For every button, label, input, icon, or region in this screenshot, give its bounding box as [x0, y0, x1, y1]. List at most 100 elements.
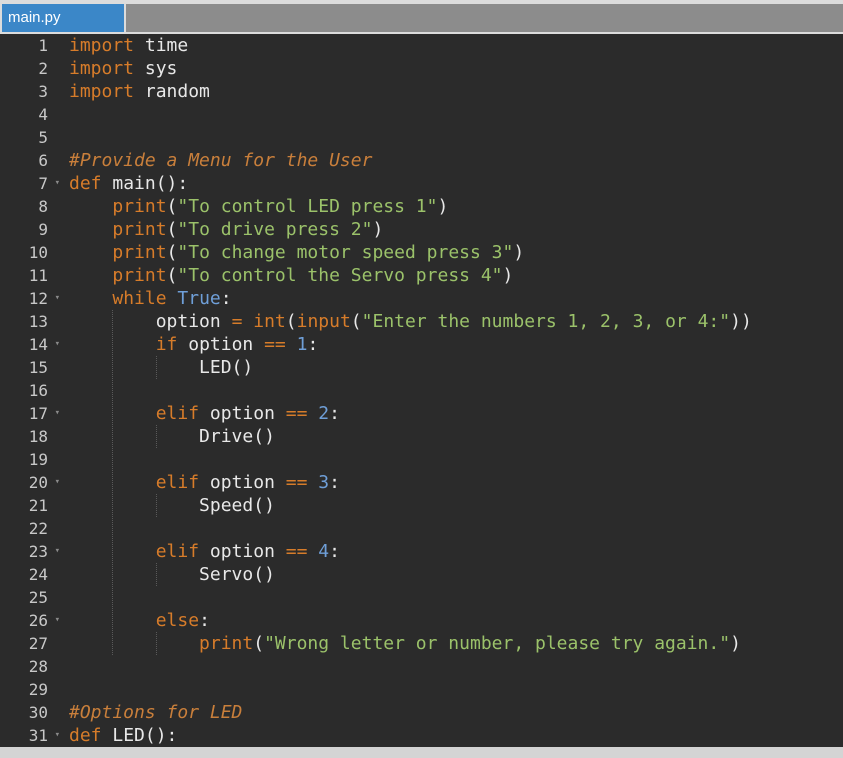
code-line[interactable]: import time — [69, 34, 188, 57]
code-token: 1 — [296, 334, 308, 355]
fold-toggle-icon[interactable]: ▾ — [55, 609, 60, 632]
indent-guide — [155, 494, 157, 517]
line-number: 7 — [38, 174, 48, 193]
code-line[interactable]: elif option == 2: — [69, 402, 340, 425]
code-token: "To control the Servo press 4" — [177, 265, 503, 286]
code-token: ) — [730, 633, 741, 654]
code-line[interactable]: print("To change motor speed press 3") — [69, 241, 524, 264]
code-token: sys — [134, 58, 178, 79]
code-token: ( — [253, 633, 265, 654]
code-line[interactable]: Speed() — [69, 494, 275, 517]
code-line[interactable]: def LED(): — [69, 724, 177, 747]
code-token: LED() — [69, 357, 254, 378]
code-token: "To control LED press 1" — [177, 196, 438, 217]
fold-toggle-icon[interactable]: ▾ — [55, 287, 60, 310]
code-line[interactable]: if option == 1: — [69, 333, 319, 356]
fold-toggle-icon[interactable]: ▾ — [55, 540, 60, 563]
line-number: 21 — [28, 496, 48, 515]
code-token: == — [264, 334, 286, 355]
line-number: 6 — [38, 151, 48, 170]
line-number: 31 — [28, 726, 48, 745]
code-line[interactable]: import random — [69, 80, 210, 103]
code-line[interactable]: elif option == 3: — [69, 471, 340, 494]
code-token: : — [307, 334, 319, 355]
code-token: Servo() — [69, 564, 275, 585]
line-number: 4 — [38, 105, 48, 124]
code-token: : — [329, 403, 340, 424]
code-line[interactable]: Servo() — [69, 563, 275, 586]
code-area[interactable]: import time import sys import random #Provi… — [69, 34, 843, 747]
code-token: ( — [166, 219, 178, 240]
code-token: ( — [285, 311, 297, 332]
line-number: 11 — [28, 266, 48, 285]
code-token: ( — [350, 311, 362, 332]
line-number: 22 — [28, 519, 48, 538]
code-line[interactable]: elif option == 4: — [69, 540, 340, 563]
code-line[interactable]: print("Wrong letter or number, please tr… — [69, 632, 741, 655]
fold-toggle-icon[interactable]: ▾ — [55, 402, 60, 425]
line-number-gutter: 1 2 3 4 5 6 7 ▾ 8 9 10 11 12 ▾ 13 14 ▾ 15 16 17 ▾ 18 19 20 ▾ 21 22… — [0, 34, 62, 747]
code-token: ) — [437, 196, 449, 217]
code-line[interactable]: #Provide a Menu for the User — [69, 149, 372, 172]
horizontal-scrollbar[interactable] — [0, 747, 843, 758]
code-token: option — [199, 403, 286, 424]
code-token: option — [199, 472, 286, 493]
code-token: import — [69, 81, 135, 102]
editor-pane[interactable]: 1 2 3 4 5 6 7 ▾ 8 9 10 11 12 ▾ 13 14 ▾ 15 16 17 ▾ 18 19 20 ▾ 21 22… — [0, 34, 843, 747]
code-token: if — [155, 334, 178, 355]
code-line[interactable]: def main(): — [69, 172, 188, 195]
code-token: : — [199, 610, 210, 631]
code-token: Speed() — [69, 495, 275, 516]
code-token: True — [177, 288, 221, 309]
line-number: 25 — [28, 588, 48, 607]
code-token: == — [285, 403, 308, 424]
code-token: random — [134, 81, 210, 102]
code-token: ) — [513, 242, 525, 263]
code-token: import — [69, 35, 135, 56]
code-line[interactable]: print("To control the Servo press 4") — [69, 264, 513, 287]
line-number: 16 — [28, 381, 48, 400]
code-token: #Options for LED — [69, 702, 243, 723]
line-number: 20 — [28, 473, 48, 492]
code-line[interactable]: LED() — [69, 356, 253, 379]
code-line[interactable]: print("To control LED press 1") — [69, 195, 448, 218]
line-number: 13 — [28, 312, 48, 331]
code-token: main(): — [101, 173, 189, 194]
fold-toggle-icon[interactable]: ▾ — [55, 333, 60, 356]
code-line[interactable]: option = int(input("Enter the numbers 1,… — [69, 310, 752, 333]
code-token: = — [231, 311, 243, 332]
code-line[interactable]: import sys — [69, 57, 177, 80]
code-token: ) — [372, 219, 384, 240]
code-line[interactable]: Drive() — [69, 425, 275, 448]
code-token: Drive() — [69, 426, 275, 447]
line-number: 26 — [28, 611, 48, 630]
code-token: print — [199, 633, 254, 654]
code-line[interactable]: else: — [69, 609, 210, 632]
line-number: 15 — [28, 358, 48, 377]
line-number: 1 — [38, 36, 48, 55]
code-line[interactable]: while True: — [69, 287, 231, 310]
code-token: 2 — [318, 403, 330, 424]
code-line[interactable]: print("To drive press 2") — [69, 218, 383, 241]
code-token: time — [134, 35, 189, 56]
line-number: 2 — [38, 59, 48, 78]
fold-toggle-icon[interactable]: ▾ — [55, 471, 60, 494]
tab-main-py[interactable]: main.py — [2, 4, 124, 32]
fold-toggle-icon[interactable]: ▾ — [55, 724, 60, 747]
indent-guide — [155, 356, 157, 379]
code-token: ( — [166, 265, 178, 286]
code-line[interactable]: #Options for LED — [69, 701, 242, 724]
line-number: 9 — [38, 220, 48, 239]
fold-toggle-icon[interactable]: ▾ — [55, 172, 60, 195]
tab-bar: main.py — [0, 0, 843, 34]
code-token: print — [112, 196, 167, 217]
code-token: == — [285, 472, 308, 493]
line-number: 17 — [28, 404, 48, 423]
